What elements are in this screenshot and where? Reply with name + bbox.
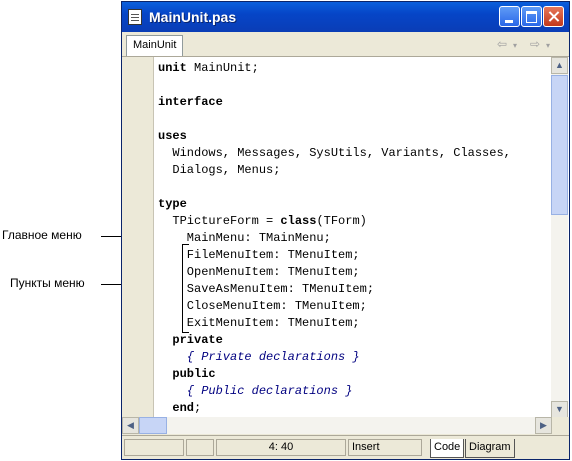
annotation-main-menu: Главное меню	[2, 228, 82, 242]
editor-gutter[interactable]	[122, 57, 154, 417]
code-text: TPictureForm =	[158, 214, 281, 228]
code-editor[interactable]: unit MainUnit; interface uses Windows, Mes…	[122, 57, 569, 417]
code-line[interactable]: uses	[158, 128, 548, 145]
code-line[interactable]: { Public declarations }	[158, 383, 548, 400]
code-line[interactable]	[158, 179, 548, 196]
scroll-right-button[interactable]: ▶	[535, 417, 552, 434]
code-keyword: interface	[158, 95, 223, 109]
forward-dropdown-icon[interactable]: ▾	[546, 41, 550, 50]
code-line[interactable]	[158, 111, 548, 128]
code-text: SaveAsMenuItem: TMenuItem;	[158, 282, 375, 296]
code-keyword: class	[280, 214, 317, 228]
close-button[interactable]	[543, 6, 564, 27]
edit-mode: Insert	[348, 439, 422, 456]
back-dropdown-icon[interactable]: ▾	[513, 41, 517, 50]
horizontal-scrollbar[interactable]: ◀ ▶	[122, 417, 552, 434]
cursor-position: 4: 40	[216, 439, 346, 456]
code-line[interactable]: end;	[158, 400, 548, 417]
title-bar[interactable]: MainUnit.pas	[122, 2, 569, 32]
vertical-scroll-thumb[interactable]	[551, 75, 568, 215]
code-text: CloseMenuItem: TMenuItem;	[158, 299, 367, 313]
scroll-down-button[interactable]: ▼	[551, 401, 568, 418]
scroll-left-button[interactable]: ◀	[122, 417, 139, 434]
forward-arrow-icon[interactable]: ⇨	[530, 37, 540, 51]
code-text: Windows, Messages, SysUtils, Variants, C…	[158, 146, 511, 160]
code-line[interactable]	[158, 77, 548, 94]
code-line[interactable]: interface	[158, 94, 548, 111]
code-text: (TForm)	[316, 214, 367, 228]
code-keyword: end	[172, 401, 195, 415]
code-text: Dialogs, Menus;	[158, 163, 281, 177]
document-icon	[128, 9, 142, 25]
code-line[interactable]: unit MainUnit;	[158, 60, 548, 77]
status-pane-blank	[124, 439, 184, 456]
code-keyword: private	[172, 333, 223, 347]
tab-bar: MainUnit ⇦ ▾ ⇨ ▾	[122, 32, 569, 57]
code-line[interactable]: FileMenuItem: TMenuItem;	[158, 247, 548, 264]
horizontal-scroll-thumb[interactable]	[139, 417, 167, 434]
status-pane-modified	[186, 439, 214, 456]
code-line[interactable]: SaveAsMenuItem: TMenuItem;	[158, 281, 548, 298]
code-line[interactable]: CloseMenuItem: TMenuItem;	[158, 298, 548, 315]
tab-code[interactable]: Code	[430, 439, 465, 458]
code-text: ;	[194, 401, 202, 415]
code-keyword: uses	[158, 129, 187, 143]
code-line[interactable]: Windows, Messages, SysUtils, Variants, C…	[158, 145, 548, 162]
code-text: MainMenu: TMainMenu;	[158, 231, 331, 245]
code-line[interactable]: ExitMenuItem: TMenuItem;	[158, 315, 548, 332]
code-line[interactable]: Dialogs, Menus;	[158, 162, 548, 179]
code-line[interactable]: type	[158, 196, 548, 213]
code-comment: { Public declarations }	[158, 384, 353, 398]
editor-window: MainUnit.pas MainUnit ⇦ ▾ ⇨ ▾ unit MainU…	[121, 1, 570, 460]
code-line[interactable]: public	[158, 366, 548, 383]
code-line[interactable]: { Private declarations }	[158, 349, 548, 366]
minimize-button[interactable]	[499, 6, 520, 27]
code-keyword: type	[158, 197, 187, 211]
code-comment: { Private declarations }	[158, 350, 360, 364]
code-text: MainUnit;	[186, 61, 259, 75]
code-line[interactable]: MainMenu: TMainMenu;	[158, 230, 548, 247]
code-line[interactable]: private	[158, 332, 548, 349]
scrollbar-corner	[552, 417, 569, 434]
code-area[interactable]: unit MainUnit; interface uses Windows, Mes…	[158, 60, 548, 417]
back-arrow-icon[interactable]: ⇦	[497, 37, 507, 51]
annotation-menu-items: Пункты меню	[10, 276, 85, 290]
status-bar: 4: 40 Insert Code Diagram	[122, 435, 569, 459]
code-line[interactable]: OpenMenuItem: TMenuItem;	[158, 264, 548, 281]
tab-mainunit[interactable]: MainUnit	[126, 35, 184, 56]
menu-items-bracket	[182, 244, 189, 333]
scroll-up-button[interactable]: ▲	[551, 57, 568, 74]
code-line[interactable]: TPictureForm = class(TForm)	[158, 213, 548, 230]
maximize-button[interactable]	[521, 6, 542, 27]
vertical-scrollbar[interactable]: ▲ ▼	[551, 57, 568, 418]
window-title: MainUnit.pas	[149, 9, 237, 25]
code-keyword: unit	[158, 61, 187, 75]
code-keyword: public	[172, 367, 216, 381]
tab-diagram[interactable]: Diagram	[465, 439, 515, 458]
